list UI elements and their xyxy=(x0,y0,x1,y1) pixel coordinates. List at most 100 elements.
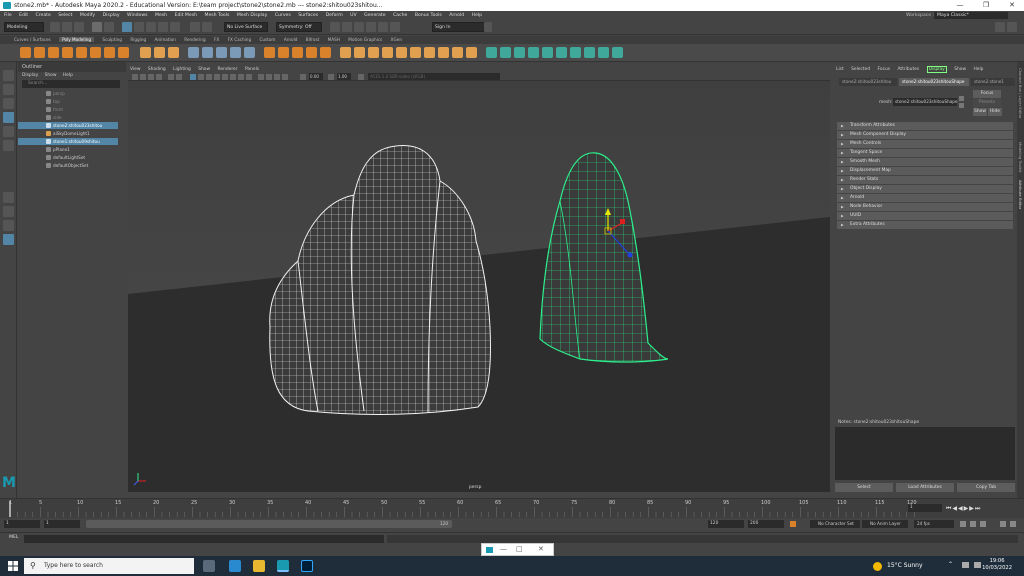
taskbar-search-input[interactable]: ⚲ Type here to search xyxy=(24,558,194,574)
shelf-tab-bifrost[interactable]: Bifrost xyxy=(306,37,320,42)
svg-icon[interactable] xyxy=(168,47,179,58)
quad-draw-icon[interactable] xyxy=(424,47,435,58)
list-icon[interactable] xyxy=(484,22,492,32)
network-icon[interactable] xyxy=(962,562,969,568)
volume-icon[interactable] xyxy=(974,562,981,568)
shelf-tab-xgen[interactable]: XGen xyxy=(391,37,402,42)
outliner-layout-icon[interactable] xyxy=(3,234,14,245)
gamma-field[interactable]: 1.00 xyxy=(337,73,351,80)
menu-help[interactable]: Help xyxy=(472,13,482,18)
maya-taskbar-icon[interactable] xyxy=(277,560,289,572)
poly-cone-icon[interactable] xyxy=(62,47,73,58)
fill-hole-icon[interactable] xyxy=(354,47,365,58)
combine-icon[interactable] xyxy=(188,47,199,58)
bevel-icon[interactable] xyxy=(292,47,303,58)
shelf-tab-mash[interactable]: MASH xyxy=(328,37,340,42)
menu-edit-mesh[interactable]: Edit Mesh xyxy=(175,13,197,18)
playback-start-field[interactable]: 1 xyxy=(44,520,80,528)
paint-select-icon[interactable] xyxy=(3,98,14,109)
persp-outliner-icon[interactable] xyxy=(3,220,14,231)
image-plane-icon[interactable] xyxy=(156,74,162,80)
time-slider[interactable]: 1 5 10 15 20 25 30 35 40 45 50 55 60 65 … xyxy=(0,498,1024,518)
mesh-name-field[interactable]: stone2:shitou023shitouShape xyxy=(893,98,958,106)
extrude-icon[interactable] xyxy=(264,47,275,58)
lights-icon[interactable] xyxy=(222,74,228,80)
presets-button[interactable]: Presets xyxy=(973,99,1001,107)
boolean-icon[interactable] xyxy=(230,47,241,58)
ae-menu-list[interactable]: List xyxy=(836,67,844,72)
automatic-mapping-icon[interactable] xyxy=(528,47,539,58)
platonic-solid-icon[interactable] xyxy=(118,47,129,58)
smooth-shade-icon[interactable] xyxy=(198,74,204,80)
notes-textarea[interactable] xyxy=(835,427,1015,480)
ae-menu-focus[interactable]: Focus xyxy=(878,67,891,72)
section-smooth-mesh[interactable]: Smooth Mesh xyxy=(837,158,1013,166)
close-icon[interactable]: ✕ xyxy=(1000,0,1024,11)
load-attributes-button[interactable]: Load Attributes xyxy=(896,483,954,492)
character-set-select[interactable]: No Character Set xyxy=(810,520,860,528)
scale-tool-icon[interactable] xyxy=(3,140,14,151)
wedge-icon[interactable] xyxy=(410,47,421,58)
wireframe-on-shaded-icon[interactable] xyxy=(206,74,212,80)
move-tool-icon[interactable] xyxy=(3,112,14,123)
poly-cylinder-icon[interactable] xyxy=(48,47,59,58)
preferences-icon[interactable] xyxy=(1000,521,1006,527)
unfold-uv-icon[interactable] xyxy=(584,47,595,58)
outliner-item-persp[interactable]: persp xyxy=(36,90,136,97)
section-uuid[interactable]: UUID xyxy=(837,212,1013,220)
file-explorer-icon[interactable] xyxy=(253,560,265,572)
menu-surfaces[interactable]: Surfaces xyxy=(298,13,318,18)
shelf-tab-rigging[interactable]: Rigging xyxy=(130,37,146,42)
playback-end-field[interactable]: 120 xyxy=(708,520,744,528)
close-icon[interactable]: ✕ xyxy=(538,544,544,555)
render-current-icon[interactable] xyxy=(342,22,352,32)
menu-generate[interactable]: Generate xyxy=(364,13,385,18)
viewport-persp[interactable]: persp xyxy=(128,81,830,492)
anti-aliasing-icon[interactable] xyxy=(246,74,252,80)
xray-joints-icon[interactable] xyxy=(274,74,280,80)
xray-components-icon[interactable] xyxy=(282,74,288,80)
go-to-input-icon[interactable] xyxy=(959,96,964,101)
camera-select-icon[interactable] xyxy=(132,74,138,80)
attribute-editor-toggle-icon[interactable] xyxy=(1007,22,1017,32)
outliner-item-stone1[interactable]: stone1:shitou09shitou xyxy=(18,138,118,145)
isolate-select-icon[interactable] xyxy=(258,74,264,80)
minimize-icon[interactable]: — xyxy=(500,544,507,555)
go-to-end-icon[interactable]: ⏭ xyxy=(975,505,981,512)
super-shape-icon[interactable] xyxy=(140,47,151,58)
modeling-toolkit-tab[interactable]: Modeling Toolkit xyxy=(1018,142,1023,173)
viewport-menu-renderer[interactable]: Renderer xyxy=(218,67,238,72)
task-view-icon[interactable] xyxy=(203,560,215,572)
chevron-up-icon[interactable]: ⌃ xyxy=(948,562,954,568)
ae-tab-transform[interactable]: stone2:shitou023shitou xyxy=(839,78,897,86)
hide-button[interactable]: Hide xyxy=(988,108,1002,116)
range-slider[interactable]: 120 xyxy=(86,520,452,528)
weather-widget[interactable]: 15°C Sunny xyxy=(873,560,923,572)
exposure-field[interactable]: 0.00 xyxy=(309,73,323,80)
textured-icon[interactable] xyxy=(214,74,220,80)
viewport-menu-panels[interactable]: Panels xyxy=(245,67,259,72)
menu-file[interactable]: File xyxy=(4,13,12,18)
section-arnold[interactable]: Arnold xyxy=(837,194,1013,202)
focus-button[interactable]: Focus xyxy=(973,90,1001,98)
menu-bonus-tools[interactable]: Bonus Tools xyxy=(415,13,442,18)
cylindrical-mapping-icon[interactable] xyxy=(500,47,511,58)
menu-edit[interactable]: Edit xyxy=(19,13,28,18)
workspace-select[interactable]: Maya Classic* xyxy=(934,12,1008,19)
snap-live-icon[interactable] xyxy=(170,22,180,32)
animation-prefs-icon[interactable] xyxy=(1010,521,1016,527)
minimize-icon[interactable]: — xyxy=(948,0,972,11)
insert-edge-loop-icon[interactable] xyxy=(368,47,379,58)
live-surface-select[interactable]: No Live Surface xyxy=(224,22,268,32)
viewport-menu-show[interactable]: Show xyxy=(198,67,210,72)
shelf-tab-fx-caching[interactable]: FX Caching xyxy=(228,37,252,42)
separate-icon[interactable] xyxy=(202,47,213,58)
viewport-menu-lighting[interactable]: Lighting xyxy=(173,67,191,72)
sew-uv-icon[interactable] xyxy=(570,47,581,58)
shelf-tab-poly-modeling[interactable]: Poly Modeling xyxy=(59,37,95,42)
symmetry-select[interactable]: Symmetry: Off xyxy=(276,22,322,32)
poly-sphere-icon[interactable] xyxy=(20,47,31,58)
ipr-render-icon[interactable] xyxy=(354,22,364,32)
select-by-object-icon[interactable] xyxy=(62,22,72,32)
command-input[interactable] xyxy=(24,535,384,543)
